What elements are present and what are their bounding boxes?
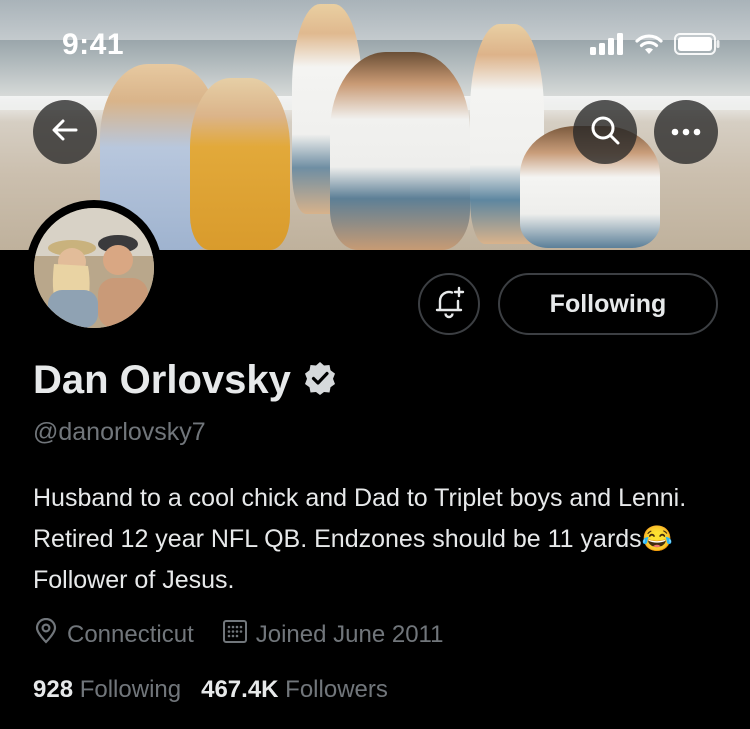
- battery-icon: [674, 33, 720, 60]
- wifi-icon: [634, 33, 664, 60]
- profile-name: Dan Orlovsky: [33, 358, 291, 402]
- followers-label: Followers: [285, 676, 388, 703]
- search-icon: [589, 114, 621, 151]
- profile-stats: 928 Following 467.4K Followers: [33, 676, 408, 704]
- profile-bio: Husband to a cool chick and Dad to Tripl…: [33, 484, 687, 594]
- profile-avatar[interactable]: [26, 200, 162, 336]
- profile-name-row: Dan Orlovsky: [33, 358, 337, 403]
- profile-joined: Joined June 2011: [222, 618, 444, 651]
- following-count: 928: [33, 676, 74, 703]
- status-bar: 9:41: [0, 0, 750, 90]
- status-time: 9:41: [62, 28, 125, 61]
- following-button[interactable]: Following: [498, 273, 718, 335]
- location-text: Connecticut: [67, 620, 194, 648]
- back-button[interactable]: [33, 100, 97, 164]
- profile-handle: @danorlovsky7: [33, 418, 206, 446]
- avatar-photo: [34, 208, 154, 328]
- followers-count-link[interactable]: 467.4K Followers: [201, 676, 388, 704]
- more-icon: [671, 123, 701, 141]
- system-icons: [590, 33, 720, 60]
- more-button[interactable]: [654, 100, 718, 164]
- following-label: Following: [79, 676, 182, 703]
- profile-meta: Connecticut Joined June 2011: [33, 617, 471, 651]
- banner-person-girl: [190, 78, 290, 250]
- back-arrow-icon: [50, 115, 80, 150]
- signal-icon: [590, 33, 624, 60]
- joined-text: Joined June 2011: [255, 620, 444, 648]
- followers-count: 467.4K: [201, 676, 279, 703]
- profile-location: Connecticut: [33, 617, 194, 651]
- notification-bell-icon: [432, 285, 466, 324]
- calendar-icon: [222, 618, 248, 651]
- notifications-button[interactable]: [418, 273, 480, 335]
- following-count-link[interactable]: 928 Following: [33, 676, 181, 704]
- verified-badge-icon: [303, 361, 337, 400]
- search-button[interactable]: [573, 100, 637, 164]
- location-pin-icon: [33, 617, 59, 651]
